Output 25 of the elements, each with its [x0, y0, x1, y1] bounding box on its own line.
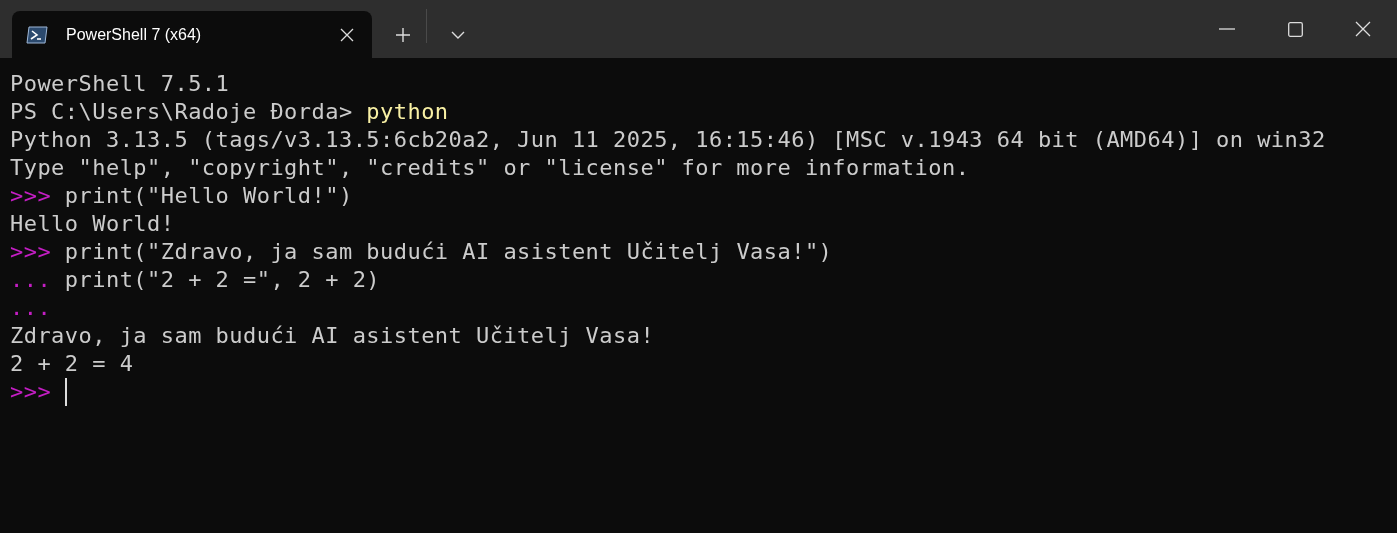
repl-prompt: >>>: [10, 238, 52, 266]
powershell-icon: [26, 25, 48, 44]
repl-prompt: ...: [10, 294, 52, 322]
terminal-output-text: Type "help", "copyright", "credits" or "license" for more information.: [10, 154, 970, 182]
typed-command: python: [366, 98, 449, 126]
minimize-icon: [1219, 28, 1235, 30]
plus-icon: [395, 26, 411, 43]
repl-prompt: >>>: [10, 182, 52, 210]
terminal-output-text: PowerShell 7.5.1: [10, 70, 230, 98]
terminal-output-text: print("Hello World!"): [63, 182, 353, 210]
terminal-output-text: Zdravo, ja sam budući AI asistent Učitelj Vasa!: [10, 322, 655, 350]
terminal-output-text: PS C:\Users\Radoje Đorda>: [10, 98, 354, 126]
terminal-tab[interactable]: PowerShell 7 (x64): [12, 11, 372, 58]
tab-title: PowerShell 7 (x64): [66, 25, 203, 44]
repl-prompt: >>>: [10, 378, 52, 406]
terminal-output-text: Python 3.13.5 (tags/v3.13.5:6cb20a2, Jun 11 2025, 16:15:46) [MSC v.1943 64 bit (AMD64)] on win32: [10, 126, 1326, 154]
close-icon: [1355, 21, 1371, 37]
terminal-output-text: print("2 + 2 =", 2 + 2): [63, 266, 381, 294]
terminal-output-text: Hello World!: [10, 210, 175, 238]
repl-prompt: ...: [10, 266, 52, 294]
maximize-icon: [1287, 21, 1303, 37]
terminal-output-text: print("Zdravo, ja sam budući AI asistent Učitelj Vasa!"): [63, 238, 833, 266]
terminal-output-text: 2 + 2 = 4: [10, 350, 134, 378]
chevron-down-icon: [451, 30, 465, 39]
close-icon[interactable]: [340, 27, 354, 42]
